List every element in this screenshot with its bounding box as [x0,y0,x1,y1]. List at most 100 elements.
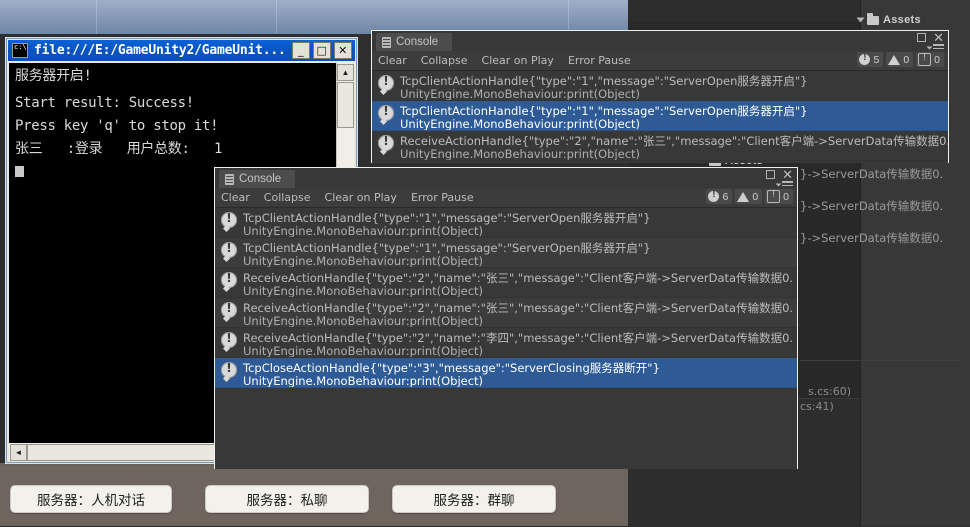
console-front-tab[interactable]: Console [219,170,296,188]
log-row[interactable]: ReceiveActionHandle{"type":"2","name":"张… [215,268,797,298]
error-count: 5 [873,53,880,66]
info-counter[interactable]: 0 [765,189,793,204]
minimize-button[interactable]: _ [291,42,310,59]
collapse-button[interactable]: Collapse [264,191,311,204]
console-back-counters: 5 0 0 [857,52,944,67]
cmd-prompt-icon [12,43,28,58]
clear-button[interactable]: Clear [378,54,407,67]
server-ai-chat-button[interactable]: 服务器：人机对话 [10,485,172,513]
chevron-down-icon [856,17,865,23]
cmd-window-buttons[interactable]: _ □ ✕ [291,42,356,59]
log-stack: UnityEngine.MonoBehaviour:print(Object) [400,86,641,101]
desktop-wallpaper [0,0,628,34]
warning-icon [888,54,901,65]
error-icon [859,52,871,65]
console-front-counters: 6 0 0 [706,189,793,204]
log-fragment: }->ServerData传输数据0. [800,167,944,181]
info-count: 0 [934,53,940,66]
cmd-output-line: Start result: Success! [15,95,194,111]
console-tab-label: Console [396,36,439,48]
error-icon [221,211,237,228]
collapse-button[interactable]: Collapse [421,54,468,67]
close-icon[interactable]: ✕ [933,31,944,44]
console-window-front[interactable]: Console ✕ Clear Collapse Clear on Play E… [214,167,798,469]
console-back-toolbar[interactable]: Clear Collapse Clear on Play Error Pause… [372,51,948,71]
error-icon [221,331,237,348]
info-icon [918,52,932,66]
error-counter[interactable]: 5 [857,52,884,67]
cmd-titlebar[interactable]: file:///E:/GameUnity2/GameUnit... _ □ ✕ [8,40,355,61]
close-icon[interactable]: ✕ [782,168,793,181]
log-stack: UnityEngine.MonoBehaviour:print(Object) [243,343,484,358]
clear-on-play-button[interactable]: Clear on Play [325,191,397,204]
cmd-output-line: 张三 :登录 用户总数: 1 [15,141,223,157]
close-button[interactable]: ✕ [333,42,352,59]
assets-label: Assets [883,14,921,26]
cmd-cursor [15,166,24,177]
scroll-thumb[interactable] [337,82,354,128]
console-front-titlebar[interactable]: Console ✕ [215,168,797,190]
divider [800,360,960,361]
console-back-titlebar[interactable]: Console ✕ [372,31,948,53]
log-stack: UnityEngine.MonoBehaviour:print(Object) [243,373,484,388]
maximize-icon[interactable] [766,170,776,179]
warning-counter[interactable]: 0 [735,189,763,204]
clear-on-play-button[interactable]: Clear on Play [482,54,554,67]
stack-trace-fragment: s.cs:60) [808,385,852,398]
error-icon [221,241,237,258]
console-tab-label: Console [239,173,282,185]
error-count: 6 [722,190,729,203]
scroll-left-button[interactable]: ◄ [10,444,27,461]
stack-trace-fragment: cs:41) [800,400,834,413]
cmd-title: file:///E:/GameUnity2/GameUnit... [34,43,286,58]
console-front-window-buttons[interactable]: ✕ [766,168,793,181]
error-icon [221,301,237,318]
log-row[interactable]: ReceiveActionHandle{"type":"2","name":"张… [215,298,797,328]
log-stack: UnityEngine.MonoBehaviour:print(Object) [400,116,641,131]
error-icon [378,104,394,121]
cmd-output-line: 服务器开启! [15,68,92,84]
log-row[interactable]: TcpClientActionHandle{"type":"1","messag… [372,101,948,131]
console-back-log-list[interactable]: TcpClientActionHandle{"type":"1","messag… [372,71,948,163]
cmd-output-line: Press key 'q' to stop it! [15,118,219,134]
info-counter[interactable]: 0 [916,52,944,67]
log-row[interactable]: ReceiveActionHandle{"type":"2","name":"李… [215,328,797,358]
console-front-log-list[interactable]: TcpClientActionHandle{"type":"1","messag… [215,208,797,469]
folder-icon [867,12,879,25]
server-private-chat-button[interactable]: 服务器：私聊 [205,485,369,513]
warning-icon [737,191,750,202]
log-row[interactable]: TcpClientActionHandle{"type":"1","messag… [372,71,948,101]
log-stack: UnityEngine.MonoBehaviour:print(Object) [243,283,484,298]
error-pause-button[interactable]: Error Pause [411,191,474,204]
chevron-down-icon [926,46,933,50]
warning-counter[interactable]: 0 [886,52,914,67]
log-row[interactable]: TcpClientActionHandle{"type":"1","messag… [215,238,797,268]
console-front-toolbar[interactable]: Clear Collapse Clear on Play Error Pause… [215,188,797,208]
assets-breadcrumb-top[interactable]: Assets [856,12,921,26]
maximize-icon[interactable] [917,33,927,42]
error-counter[interactable]: 6 [706,189,733,204]
server-group-chat-button[interactable]: 服务器：群聊 [392,485,556,513]
log-row[interactable]: ReceiveActionHandle{"type":"2","name":"张… [372,131,948,161]
chevron-down-icon [775,183,782,187]
error-pause-button[interactable]: Error Pause [568,54,631,67]
info-count: 0 [783,190,789,203]
warning-count: 0 [752,190,759,203]
warning-count: 0 [903,53,910,66]
log-stack: UnityEngine.MonoBehaviour:print(Object) [243,313,484,328]
log-fragment: }->ServerData传输数据0. [800,199,944,213]
console-window-back[interactable]: Console ✕ Clear Collapse Clear on Play E… [371,30,949,163]
log-stack: UnityEngine.MonoBehaviour:print(Object) [400,146,641,161]
log-row[interactable]: TcpCloseActionHandle{"type":"3","message… [215,358,797,388]
clear-button[interactable]: Clear [221,191,250,204]
scroll-up-button[interactable]: ▲ [337,64,354,81]
console-icon [382,36,391,48]
log-stack: UnityEngine.MonoBehaviour:print(Object) [243,223,484,238]
error-icon [708,189,720,202]
log-row[interactable]: TcpClientActionHandle{"type":"1","messag… [215,208,797,238]
console-back-window-buttons[interactable]: ✕ [917,31,944,44]
error-icon [378,74,394,91]
maximize-button[interactable]: □ [312,42,331,59]
log-fragment: }->ServerData传输数据0. [800,231,944,245]
console-back-tab[interactable]: Console [376,33,453,51]
